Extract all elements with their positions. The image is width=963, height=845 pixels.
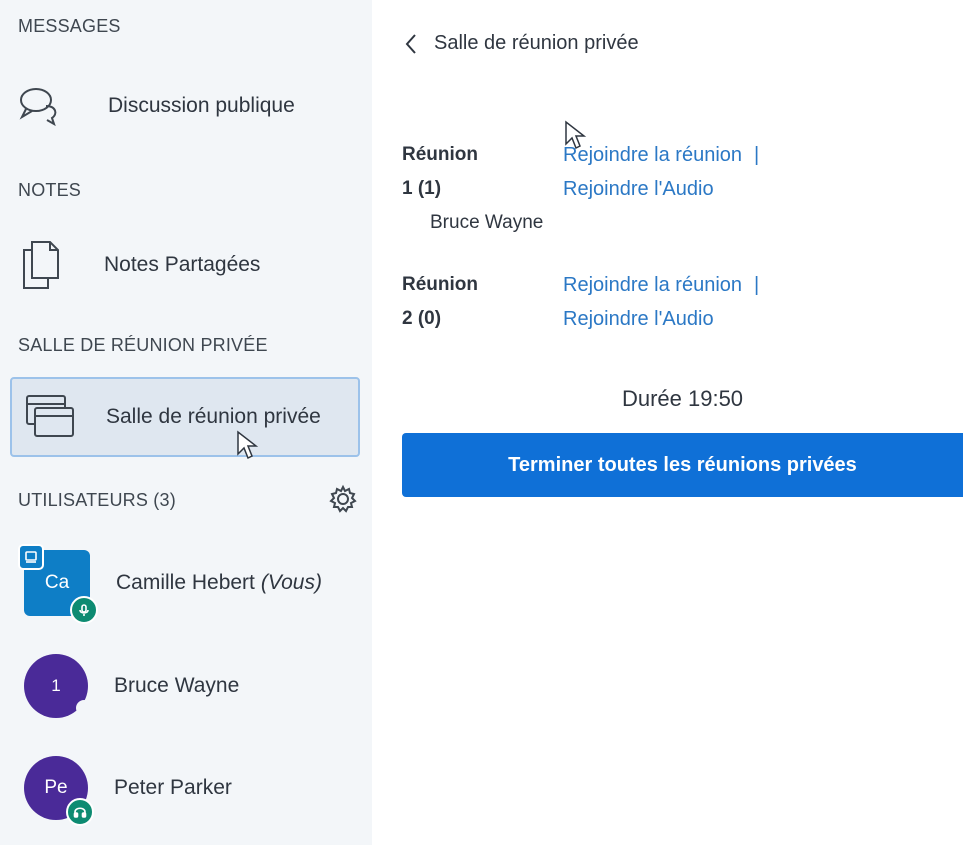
shared-notes-label: Notes Partagées [104,253,261,276]
link-separator: | [754,274,760,296]
chat-bubbles-icon [10,82,70,130]
user-list-item[interactable]: Ca Camille Hebert (Vous) [18,544,322,624]
users-section-title: UTILISATEURS (3) [18,490,176,510]
user-name: Camille Hebert [116,571,255,594]
windows-icon [20,393,80,441]
public-chat-label: Discussion publique [108,94,295,117]
panel-title: Salle de réunion privée [434,32,639,54]
room-participant: Bruce Wayne [430,212,544,233]
room-links: Rejoindre la réunion | Rejoindre l'Audio [563,138,759,206]
panel-header[interactable]: Salle de réunion privée [404,32,639,55]
room-label-line1: Réunion [402,274,478,295]
avatar: Ca [18,544,98,624]
join-audio-link[interactable]: Rejoindre l'Audio [563,302,759,336]
avatar-initials: Pe [44,777,68,798]
sidebar-item-breakout-room[interactable]: Salle de réunion privée [10,377,360,457]
room-links: Rejoindre la réunion | Rejoindre l'Audio [563,268,759,336]
room-label-line2: 2 (0) [402,308,442,329]
avatar: Pe [24,756,94,826]
documents-icon [10,241,70,289]
avatar-notch [76,700,92,716]
join-audio-link[interactable]: Rejoindre l'Audio [563,172,759,206]
breakout-item-label: Salle de réunion privée [106,405,321,428]
presenter-icon [18,544,44,570]
gear-icon[interactable] [328,484,358,519]
headphones-icon [66,798,94,826]
room-label-line2: 1 (1) [402,178,442,199]
chevron-left-icon[interactable] [404,33,418,55]
user-list-item[interactable]: 1 Bruce Wayne [24,654,239,718]
end-all-breakouts-button[interactable]: Terminer toutes les réunions privées [402,433,963,497]
user-list-item[interactable]: Pe Peter Parker [24,756,232,826]
avatar: 1 [24,654,92,718]
messages-section-title: MESSAGES [18,16,121,36]
sidebar: MESSAGES Discussion publique NOTES Notes… [0,0,372,845]
avatar-initials: 1 [51,676,61,695]
avatar-initials: Ca [44,572,70,593]
duration-timer: Durée 19:50 [621,386,744,411]
link-separator: | [754,144,760,166]
user-name: Bruce Wayne [114,674,240,697]
join-room-link[interactable]: Rejoindre la réunion [563,274,742,296]
mouse-cursor-icon [237,430,259,460]
public-chat-item[interactable]: Discussion publique [10,78,360,134]
microphone-icon [70,596,98,624]
join-room-link[interactable]: Rejoindre la réunion [563,144,742,166]
breakout-section-title: SALLE DE RÉUNION PRIVÉE [18,335,268,355]
user-name: Peter Parker [114,776,232,799]
room-label: Réunion 2 (0) [402,268,478,336]
room-label: Réunion 1 (1) [402,138,478,206]
user-you-label: (Vous) [260,571,322,594]
room-label-line1: Réunion [402,144,478,165]
notes-section-title: NOTES [18,180,82,200]
mouse-cursor-icon [565,120,587,150]
shared-notes-item[interactable]: Notes Partagées [10,234,360,296]
